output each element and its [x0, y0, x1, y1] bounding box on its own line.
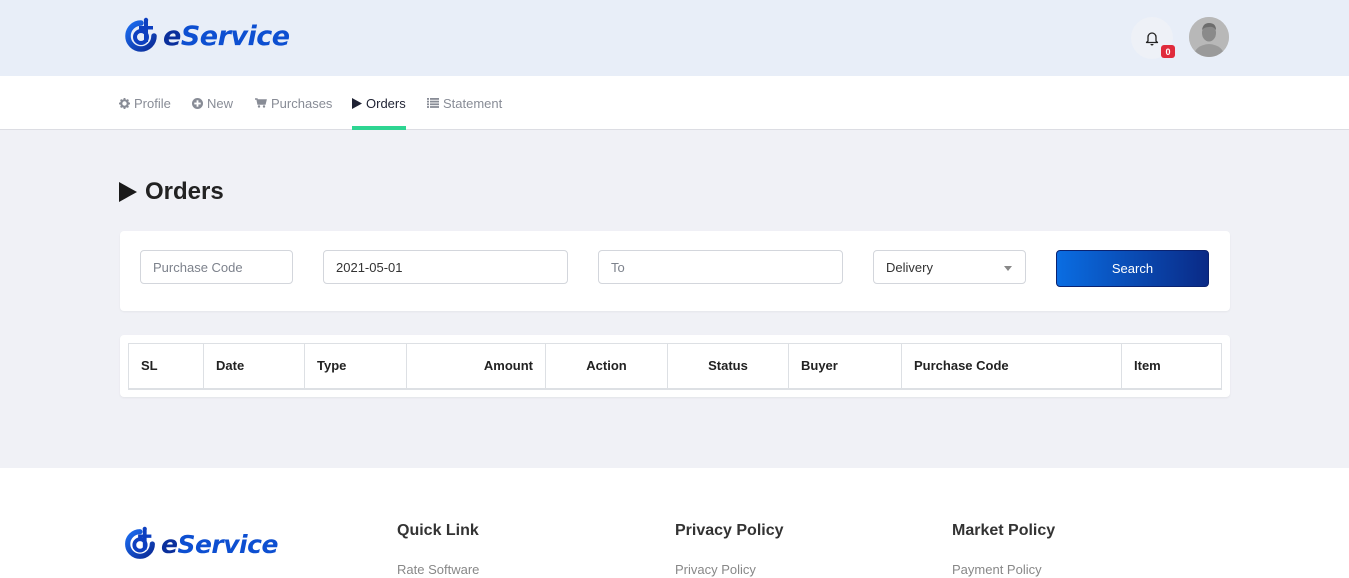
- col-type: Type: [304, 343, 407, 390]
- user-avatar-icon: [1189, 17, 1229, 57]
- orders-table: SL Date Type Amount Action Status Buyer …: [128, 343, 1222, 390]
- col-status: Status: [667, 343, 789, 390]
- footer-col-market-policy: Market Policy Payment Policy: [952, 522, 1055, 577]
- filter-panel: Purchase Code 2021-05-01 To Delivery Sea…: [120, 231, 1230, 311]
- col-date: Date: [203, 343, 305, 390]
- play-icon: [352, 97, 362, 109]
- tab-new[interactable]: New: [192, 76, 233, 130]
- tab-statement[interactable]: Statement: [427, 76, 502, 130]
- tab-purchases[interactable]: Purchases: [255, 76, 332, 130]
- footer-link[interactable]: Payment Policy: [952, 562, 1055, 577]
- footer-brand-name: eService: [161, 529, 278, 559]
- brand-logo[interactable]: eService: [122, 17, 290, 55]
- table-header-row: SL Date Type Amount Action Status Buyer …: [128, 343, 1222, 390]
- col-item: Item: [1121, 343, 1222, 390]
- bell-icon: [1145, 32, 1159, 46]
- tab-profile[interactable]: Profile: [119, 76, 171, 130]
- purchase-code-input[interactable]: Purchase Code: [140, 250, 293, 284]
- order-type-selected: Delivery: [886, 259, 933, 275]
- tab-orders[interactable]: Orders: [352, 76, 406, 130]
- page-title: Orders: [119, 178, 224, 206]
- top-header: eService 0: [0, 0, 1349, 76]
- brand-name: eService: [163, 20, 290, 52]
- from-date-input[interactable]: 2021-05-01: [323, 250, 568, 284]
- to-date-input[interactable]: To: [598, 250, 843, 284]
- footer-link[interactable]: Rate Software: [397, 562, 479, 577]
- order-type-select[interactable]: Delivery: [873, 250, 1026, 284]
- cart-icon: [255, 98, 267, 108]
- logo-mark-icon: [125, 526, 155, 559]
- footer-heading: Privacy Policy: [675, 522, 784, 539]
- logo-mark-icon: [125, 17, 157, 52]
- orders-table-panel: SL Date Type Amount Action Status Buyer …: [120, 335, 1230, 397]
- col-purchase-code: Purchase Code: [901, 343, 1122, 390]
- account-nav: Profile New Purchases Orders Statement: [0, 76, 1349, 130]
- site-footer: eService Quick Link Rate Software Privac…: [0, 468, 1349, 578]
- play-icon: [119, 182, 137, 202]
- footer-col-privacy-policy: Privacy Policy Privacy Policy: [675, 522, 784, 577]
- user-avatar[interactable]: [1189, 17, 1229, 57]
- col-action: Action: [545, 343, 668, 390]
- footer-heading: Market Policy: [952, 522, 1056, 539]
- search-button[interactable]: Search: [1056, 250, 1209, 287]
- footer-col-quick-link: Quick Link Rate Software: [397, 522, 479, 577]
- notification-count-badge: 0: [1161, 45, 1175, 58]
- footer-brand-logo[interactable]: eService: [122, 526, 278, 562]
- col-sl: SL: [128, 343, 204, 390]
- col-buyer: Buyer: [788, 343, 902, 390]
- col-amount: Amount: [406, 343, 546, 390]
- footer-heading: Quick Link: [397, 522, 479, 539]
- plus-circle-icon: [192, 97, 203, 109]
- footer-link[interactable]: Privacy Policy: [675, 562, 784, 577]
- list-icon: [427, 98, 439, 108]
- gear-icon: [119, 97, 130, 109]
- caret-down-icon: [1004, 266, 1012, 271]
